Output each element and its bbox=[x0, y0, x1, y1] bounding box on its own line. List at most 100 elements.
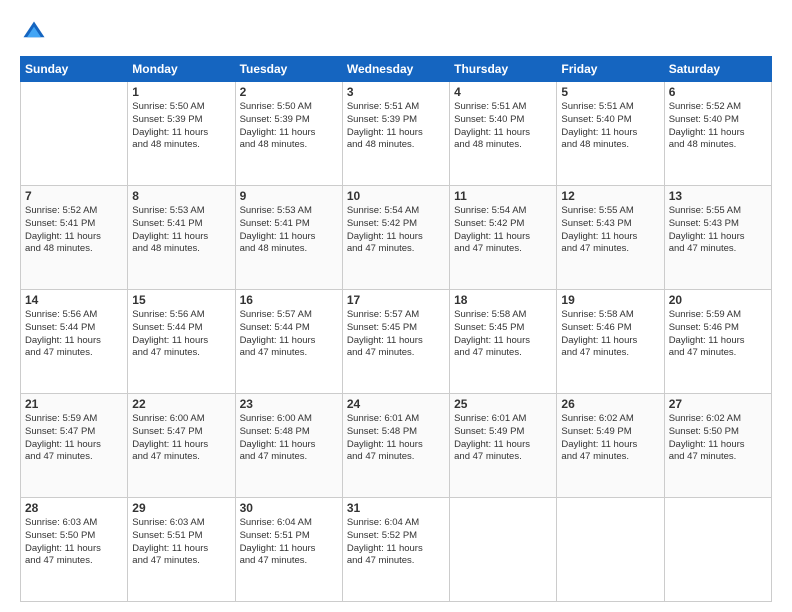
calendar-cell: 15 Sunrise: 5:56 AM Sunset: 5:44 PM Dayli… bbox=[128, 290, 235, 394]
calendar-cell bbox=[450, 498, 557, 602]
day-number: 14 bbox=[25, 293, 123, 307]
calendar-weekday-sunday: Sunday bbox=[21, 57, 128, 82]
calendar-cell: 16 Sunrise: 5:57 AM Sunset: 5:44 PM Dayli… bbox=[235, 290, 342, 394]
calendar-cell: 21 Sunrise: 5:59 AM Sunset: 5:47 PM Dayli… bbox=[21, 394, 128, 498]
calendar-cell: 14 Sunrise: 5:56 AM Sunset: 5:44 PM Dayli… bbox=[21, 290, 128, 394]
day-number: 1 bbox=[132, 85, 230, 99]
calendar-cell: 1 Sunrise: 5:50 AM Sunset: 5:39 PM Daylig… bbox=[128, 82, 235, 186]
calendar-cell: 17 Sunrise: 5:57 AM Sunset: 5:45 PM Dayli… bbox=[342, 290, 449, 394]
day-number: 31 bbox=[347, 501, 445, 515]
calendar-cell: 13 Sunrise: 5:55 AM Sunset: 5:43 PM Dayli… bbox=[664, 186, 771, 290]
day-info: Sunrise: 5:54 AM Sunset: 5:42 PM Dayligh… bbox=[347, 205, 445, 256]
day-info: Sunrise: 5:50 AM Sunset: 5:39 PM Dayligh… bbox=[132, 101, 230, 152]
calendar-weekday-saturday: Saturday bbox=[664, 57, 771, 82]
day-number: 17 bbox=[347, 293, 445, 307]
day-number: 23 bbox=[240, 397, 338, 411]
calendar-cell: 12Sunrise: 5:55 AM Sunset: 5:43 PM Dayli… bbox=[557, 186, 664, 290]
day-info: Sunrise: 6:04 AM Sunset: 5:51 PM Dayligh… bbox=[240, 517, 338, 568]
calendar-cell: 25 Sunrise: 6:01 AM Sunset: 5:49 PM Dayli… bbox=[450, 394, 557, 498]
day-info: Sunrise: 5:57 AM Sunset: 5:44 PM Dayligh… bbox=[240, 309, 338, 360]
calendar-cell: 28 Sunrise: 6:03 AM Sunset: 5:50 PM Dayli… bbox=[21, 498, 128, 602]
day-number: 13 bbox=[669, 189, 767, 203]
day-info: Sunrise: 6:01 AM Sunset: 5:49 PM Dayligh… bbox=[454, 413, 552, 464]
day-number: 15 bbox=[132, 293, 230, 307]
day-info: Sunrise: 5:56 AM Sunset: 5:44 PM Dayligh… bbox=[25, 309, 123, 360]
calendar-weekday-tuesday: Tuesday bbox=[235, 57, 342, 82]
day-number: 20 bbox=[669, 293, 767, 307]
calendar-weekday-wednesday: Wednesday bbox=[342, 57, 449, 82]
day-number: 5 bbox=[561, 85, 659, 99]
day-number: 21 bbox=[25, 397, 123, 411]
logo bbox=[20, 18, 52, 46]
day-number: 16 bbox=[240, 293, 338, 307]
day-info: Sunrise: 5:59 AM Sunset: 5:46 PM Dayligh… bbox=[669, 309, 767, 360]
day-info: Sunrise: 5:50 AM Sunset: 5:39 PM Dayligh… bbox=[240, 101, 338, 152]
day-info: Sunrise: 5:52 AM Sunset: 5:40 PM Dayligh… bbox=[669, 101, 767, 152]
calendar-header-row: SundayMondayTuesdayWednesdayThursdayFrid… bbox=[21, 57, 772, 82]
day-number: 19 bbox=[561, 293, 659, 307]
calendar-cell: 6 Sunrise: 5:52 AM Sunset: 5:40 PM Daylig… bbox=[664, 82, 771, 186]
calendar-cell: 18Sunrise: 5:58 AM Sunset: 5:45 PM Dayli… bbox=[450, 290, 557, 394]
day-info: Sunrise: 6:02 AM Sunset: 5:49 PM Dayligh… bbox=[561, 413, 659, 464]
day-number: 30 bbox=[240, 501, 338, 515]
calendar-cell: 31 Sunrise: 6:04 AM Sunset: 5:52 PM Dayli… bbox=[342, 498, 449, 602]
day-info: Sunrise: 5:51 AM Sunset: 5:39 PM Dayligh… bbox=[347, 101, 445, 152]
day-info: Sunrise: 5:52 AM Sunset: 5:41 PM Dayligh… bbox=[25, 205, 123, 256]
day-info: Sunrise: 6:01 AM Sunset: 5:48 PM Dayligh… bbox=[347, 413, 445, 464]
day-info: Sunrise: 5:56 AM Sunset: 5:44 PM Dayligh… bbox=[132, 309, 230, 360]
day-number: 6 bbox=[669, 85, 767, 99]
day-number: 28 bbox=[25, 501, 123, 515]
calendar-cell: 27Sunrise: 6:02 AM Sunset: 5:50 PM Dayli… bbox=[664, 394, 771, 498]
calendar-cell: 9Sunrise: 5:53 AM Sunset: 5:41 PM Daylig… bbox=[235, 186, 342, 290]
day-info: Sunrise: 5:59 AM Sunset: 5:47 PM Dayligh… bbox=[25, 413, 123, 464]
calendar-weekday-thursday: Thursday bbox=[450, 57, 557, 82]
calendar-cell: 7 Sunrise: 5:52 AM Sunset: 5:41 PM Daylig… bbox=[21, 186, 128, 290]
day-number: 18 bbox=[454, 293, 552, 307]
day-number: 4 bbox=[454, 85, 552, 99]
day-number: 29 bbox=[132, 501, 230, 515]
calendar-cell: 23 Sunrise: 6:00 AM Sunset: 5:48 PM Dayli… bbox=[235, 394, 342, 498]
day-info: Sunrise: 5:54 AM Sunset: 5:42 PM Dayligh… bbox=[454, 205, 552, 256]
calendar-cell: 30 Sunrise: 6:04 AM Sunset: 5:51 PM Dayli… bbox=[235, 498, 342, 602]
calendar-week-row: 1 Sunrise: 5:50 AM Sunset: 5:39 PM Daylig… bbox=[21, 82, 772, 186]
calendar-cell: 4 Sunrise: 5:51 AM Sunset: 5:40 PM Daylig… bbox=[450, 82, 557, 186]
day-number: 25 bbox=[454, 397, 552, 411]
calendar-week-row: 14 Sunrise: 5:56 AM Sunset: 5:44 PM Dayli… bbox=[21, 290, 772, 394]
calendar-cell bbox=[557, 498, 664, 602]
calendar-cell: 3 Sunrise: 5:51 AM Sunset: 5:39 PM Daylig… bbox=[342, 82, 449, 186]
day-info: Sunrise: 6:04 AM Sunset: 5:52 PM Dayligh… bbox=[347, 517, 445, 568]
day-info: Sunrise: 6:00 AM Sunset: 5:47 PM Dayligh… bbox=[132, 413, 230, 464]
calendar-cell: 10 Sunrise: 5:54 AM Sunset: 5:42 PM Dayli… bbox=[342, 186, 449, 290]
day-number: 8 bbox=[132, 189, 230, 203]
day-info: Sunrise: 5:53 AM Sunset: 5:41 PM Dayligh… bbox=[240, 205, 338, 256]
day-number: 27 bbox=[669, 397, 767, 411]
day-number: 3 bbox=[347, 85, 445, 99]
day-number: 11 bbox=[454, 189, 552, 203]
calendar-cell bbox=[664, 498, 771, 602]
calendar-cell: 8 Sunrise: 5:53 AM Sunset: 5:41 PM Daylig… bbox=[128, 186, 235, 290]
logo-icon bbox=[20, 18, 48, 46]
calendar-cell: 5Sunrise: 5:51 AM Sunset: 5:40 PM Daylig… bbox=[557, 82, 664, 186]
calendar-weekday-friday: Friday bbox=[557, 57, 664, 82]
day-info: Sunrise: 5:55 AM Sunset: 5:43 PM Dayligh… bbox=[669, 205, 767, 256]
day-number: 2 bbox=[240, 85, 338, 99]
calendar-cell: 26 Sunrise: 6:02 AM Sunset: 5:49 PM Dayli… bbox=[557, 394, 664, 498]
calendar-cell: 22Sunrise: 6:00 AM Sunset: 5:47 PM Dayli… bbox=[128, 394, 235, 498]
day-info: Sunrise: 5:57 AM Sunset: 5:45 PM Dayligh… bbox=[347, 309, 445, 360]
day-info: Sunrise: 5:55 AM Sunset: 5:43 PM Dayligh… bbox=[561, 205, 659, 256]
calendar-week-row: 21 Sunrise: 5:59 AM Sunset: 5:47 PM Dayli… bbox=[21, 394, 772, 498]
day-info: Sunrise: 5:58 AM Sunset: 5:46 PM Dayligh… bbox=[561, 309, 659, 360]
day-info: Sunrise: 6:00 AM Sunset: 5:48 PM Dayligh… bbox=[240, 413, 338, 464]
header bbox=[20, 18, 772, 46]
day-number: 7 bbox=[25, 189, 123, 203]
day-info: Sunrise: 5:53 AM Sunset: 5:41 PM Dayligh… bbox=[132, 205, 230, 256]
day-info: Sunrise: 5:51 AM Sunset: 5:40 PM Dayligh… bbox=[454, 101, 552, 152]
day-number: 10 bbox=[347, 189, 445, 203]
day-number: 26 bbox=[561, 397, 659, 411]
calendar-weekday-monday: Monday bbox=[128, 57, 235, 82]
calendar-cell: 2 Sunrise: 5:50 AM Sunset: 5:39 PM Daylig… bbox=[235, 82, 342, 186]
calendar-week-row: 28 Sunrise: 6:03 AM Sunset: 5:50 PM Dayli… bbox=[21, 498, 772, 602]
calendar-cell: 19 Sunrise: 5:58 AM Sunset: 5:46 PM Dayli… bbox=[557, 290, 664, 394]
calendar-table: SundayMondayTuesdayWednesdayThursdayFrid… bbox=[20, 56, 772, 602]
day-info: Sunrise: 6:03 AM Sunset: 5:50 PM Dayligh… bbox=[25, 517, 123, 568]
